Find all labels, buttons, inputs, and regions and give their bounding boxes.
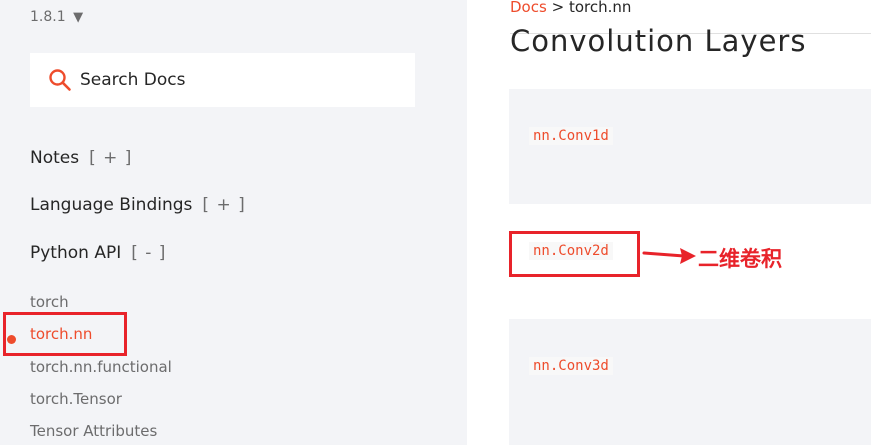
- breadcrumb: Docs > torch.nn: [510, 0, 631, 16]
- page-title: Convolution Layers: [510, 24, 807, 58]
- main-content: Docs > torch.nn Convolution Layers: [467, 0, 871, 445]
- sidebar-item-tensor-attributes[interactable]: Tensor Attributes: [30, 422, 157, 440]
- sidebar-item-torch-nn-functional[interactable]: torch.nn.functional: [30, 358, 172, 376]
- module-link-conv1d[interactable]: nn.Conv1d: [529, 127, 613, 145]
- annotation-box-conv2d: [509, 231, 640, 277]
- search-box[interactable]: [30, 53, 415, 107]
- section-notes[interactable]: Notes [ + ]: [30, 148, 132, 168]
- section-python-api[interactable]: Python API [ - ]: [30, 243, 166, 263]
- expand-toggle[interactable]: [ + ]: [202, 195, 245, 215]
- sidebar-item-torch-tensor[interactable]: torch.Tensor: [30, 390, 122, 408]
- section-language-bindings[interactable]: Language Bindings [ + ]: [30, 195, 246, 215]
- sidebar: 1.8.1 ▼ Notes [ + ] Language Bindings [ + …: [0, 0, 467, 445]
- collapse-toggle[interactable]: [ - ]: [131, 243, 166, 263]
- breadcrumb-current: torch.nn: [568, 0, 632, 16]
- annotation-arrow-icon: [642, 248, 696, 264]
- annotation-box-torch-nn: [3, 312, 127, 356]
- expand-toggle[interactable]: [ + ]: [89, 148, 132, 168]
- section-label: Notes: [30, 148, 80, 168]
- sidebar-item-torch[interactable]: torch: [30, 293, 69, 311]
- version-selector[interactable]: 1.8.1 ▼: [30, 9, 83, 25]
- section-label: Python API: [30, 243, 122, 263]
- search-icon: [49, 69, 71, 91]
- module-row-conv1d: [509, 89, 871, 204]
- section-label: Language Bindings: [30, 195, 193, 215]
- version-label: 1.8.1: [30, 9, 66, 25]
- search-input[interactable]: [80, 67, 400, 93]
- breadcrumb-docs-link[interactable]: Docs: [510, 0, 547, 16]
- annotation-label: 二维卷积: [698, 247, 782, 271]
- breadcrumb-separator: >: [551, 0, 565, 16]
- caret-down-icon: ▼: [73, 10, 84, 25]
- module-link-conv3d[interactable]: nn.Conv3d: [529, 357, 613, 375]
- module-row-conv3d: [509, 319, 871, 445]
